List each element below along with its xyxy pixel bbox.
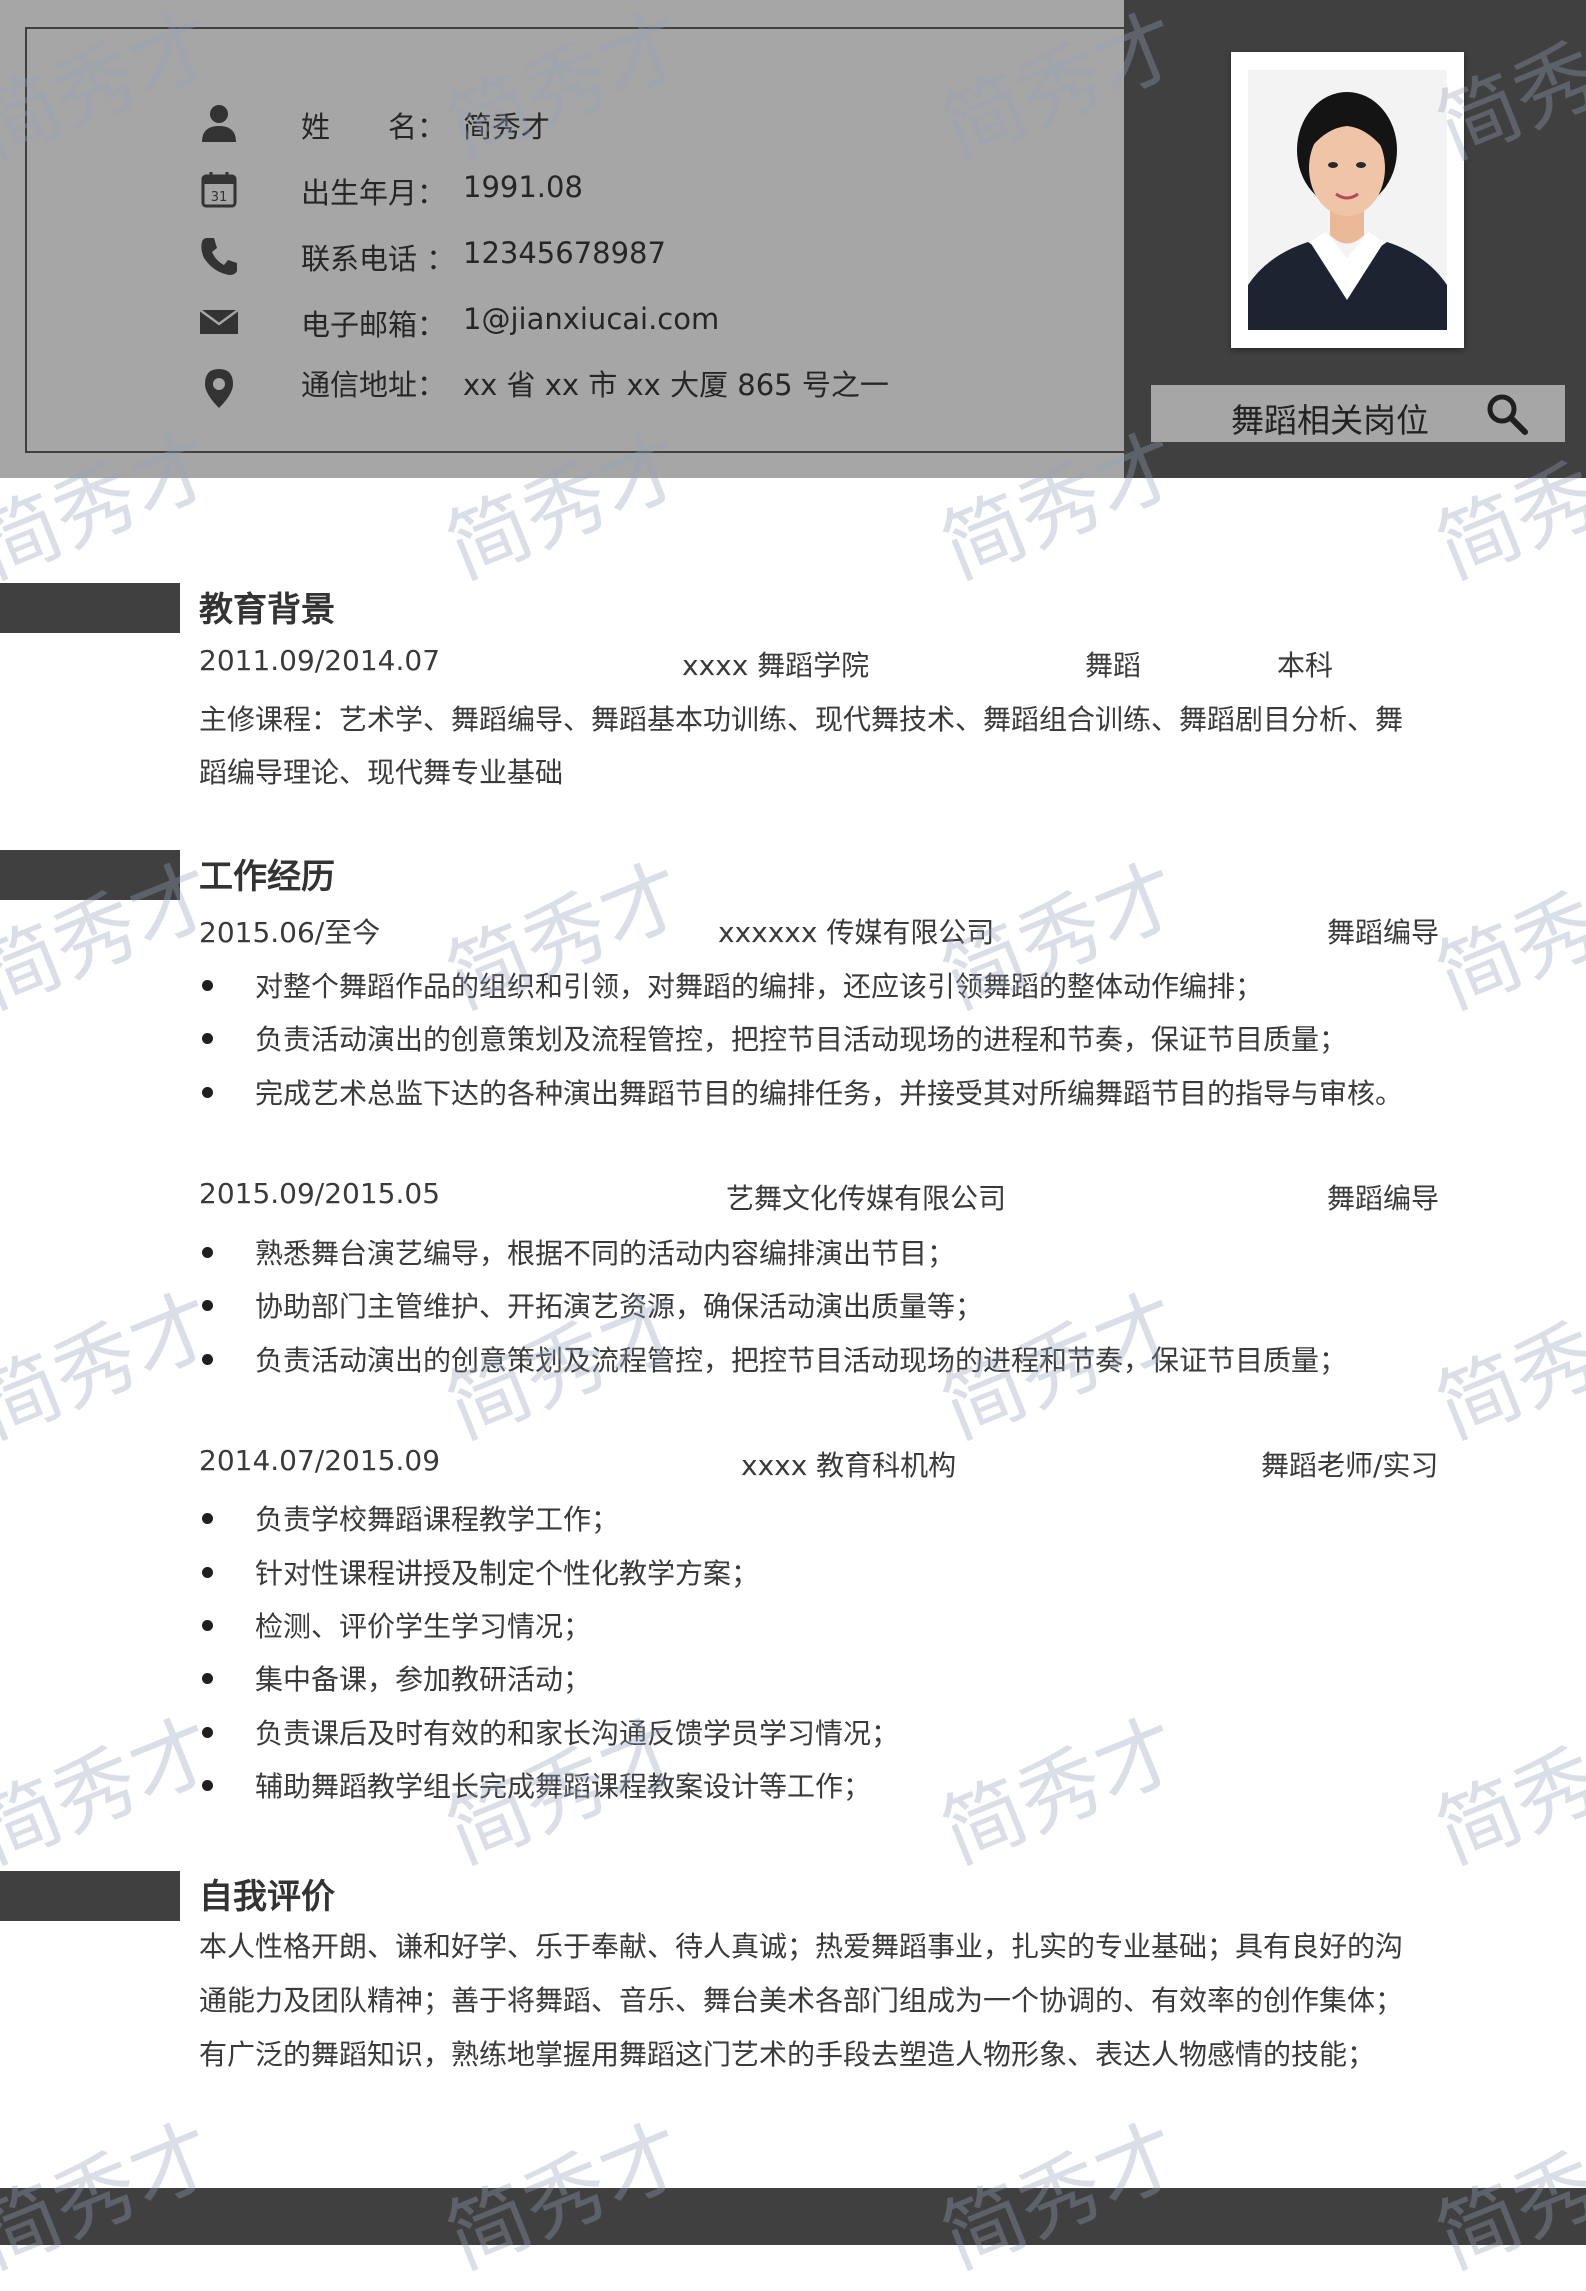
watermark: 简秀才 xyxy=(0,1276,228,1458)
self-eval-line: 有广泛的舞蹈知识，熟练地掌握用舞蹈这门艺术的手段去塑造人物形象、表达人物感情的技… xyxy=(199,2038,1376,2071)
edu-period: 2011.09/2014.07 xyxy=(199,644,441,677)
bullet-dot xyxy=(202,1620,213,1631)
duty-text: 检测、评价学生学习情况； xyxy=(255,1610,592,1643)
profile-photo xyxy=(1248,70,1447,330)
bullet-dot xyxy=(202,1727,213,1738)
education-section-bar xyxy=(0,583,180,633)
info-value: 1991.08 xyxy=(463,170,583,204)
self-eval-line: 本人性格开朗、谦和好学、乐于奉献、待人真诚；热爱舞蹈事业，扎实的专业基础；具有良… xyxy=(199,1930,1404,1963)
job-company: xxxx 教育科机构 xyxy=(741,1449,957,1482)
duty-text: 负责活动演出的创意策划及流程管控，把控节目活动现场的进程和节奏，保证节目质量； xyxy=(255,1023,1348,1056)
watermark: 简秀才 xyxy=(1424,846,1586,1028)
job-position: 舞蹈编导 xyxy=(1327,916,1440,949)
bullet-dot xyxy=(202,1247,213,1258)
education-title: 教育背景 xyxy=(199,590,335,630)
bullet-dot xyxy=(202,1300,213,1311)
duty-text: 负责课后及时有效的和家长沟通反馈学员学习情况； xyxy=(255,1717,900,1750)
info-value: 12345678987 xyxy=(463,236,666,270)
job-company: xxxxxx 传媒有限公司 xyxy=(718,916,995,949)
footer-bar xyxy=(0,2188,1586,2245)
job-period: 2015.06/至今 xyxy=(199,916,381,949)
calendar-icon: 31 xyxy=(197,168,241,212)
search-icon[interactable] xyxy=(1486,393,1528,435)
bullet-dot xyxy=(202,1087,213,1098)
watermark: 简秀才 xyxy=(0,1701,228,1883)
job-position: 舞蹈编导 xyxy=(1327,1182,1440,1215)
info-label: 联系电话 ： xyxy=(301,242,456,276)
phone-icon xyxy=(197,234,241,278)
info-label: 姓 名： xyxy=(301,110,447,144)
bullet-dot xyxy=(202,1780,213,1791)
duty-text: 熟悉舞台演艺编导，根据不同的活动内容编排演出节目； xyxy=(255,1237,956,1270)
person-icon xyxy=(197,102,241,146)
work-section-bar xyxy=(0,850,180,900)
edu-courses-line: 蹈编导理论、现代舞专业基础 xyxy=(199,756,564,789)
job-target-bar[interactable]: 舞蹈相关岗位 xyxy=(1151,385,1565,442)
info-label: 出生年月： xyxy=(301,176,447,210)
self-eval-title: 自我评价 xyxy=(199,1877,335,1917)
edu-major: 舞蹈 xyxy=(1085,649,1142,682)
watermark: 简秀才 xyxy=(929,1701,1193,1883)
duty-text: 辅助舞蹈教学组长完成舞蹈课程教案设计等工作； xyxy=(255,1770,872,1803)
edu-school: xxxx 舞蹈学院 xyxy=(682,649,870,682)
info-value: 简秀才 xyxy=(463,110,551,144)
self-eval-section-bar xyxy=(0,1871,180,1921)
work-title: 工作经历 xyxy=(199,857,335,897)
watermark: 简秀才 xyxy=(1424,1276,1586,1458)
edu-courses-line: 主修课程：艺术学、舞蹈编导、舞蹈基本功训练、现代舞技术、舞蹈组合训练、舞蹈剧目分… xyxy=(199,703,1404,736)
bullet-dot xyxy=(202,1673,213,1684)
svg-text:31: 31 xyxy=(211,190,228,205)
duty-text: 集中备课，参加教研活动； xyxy=(255,1663,592,1696)
duty-text: 负责活动演出的创意策划及流程管控，把控节目活动现场的进程和节奏，保证节目质量； xyxy=(255,1344,1348,1377)
info-label: 电子邮箱： xyxy=(301,308,447,342)
bullet-dot xyxy=(202,1567,213,1578)
info-value: 1@jianxiucai.com xyxy=(463,302,720,336)
duty-text: 对整个舞蹈作品的组织和引领，对舞蹈的编排，还应该引领舞蹈的整体动作编排； xyxy=(255,970,1264,1003)
bullet-dot xyxy=(202,1033,213,1044)
duty-text: 协助部门主管维护、开拓演艺资源，确保活动演出质量等； xyxy=(255,1290,984,1323)
profile-photo-frame xyxy=(1231,52,1464,348)
job-period: 2014.07/2015.09 xyxy=(199,1444,441,1477)
info-value: xx 省 xx 市 xx 大厦 865 号之一 xyxy=(463,368,889,402)
job-period: 2015.09/2015.05 xyxy=(199,1177,441,1210)
duty-text: 负责学校舞蹈课程教学工作； xyxy=(255,1503,620,1536)
job-company: 艺舞文化传媒有限公司 xyxy=(726,1182,1007,1215)
edu-degree: 本科 xyxy=(1277,649,1334,682)
watermark: 简秀才 xyxy=(1424,1701,1586,1883)
duty-text: 完成艺术总监下达的各种演出舞蹈节目的编排任务，并接受其对所编舞蹈节目的指导与审核… xyxy=(255,1077,1404,1110)
bullet-dot xyxy=(202,980,213,991)
self-eval-line: 通能力及团队精神；善于将舞蹈、音乐、舞台美术各部门组成为一个协调的、有效率的创作… xyxy=(199,1984,1404,2017)
job-target-text: 舞蹈相关岗位 xyxy=(1231,401,1429,440)
mail-icon xyxy=(197,300,241,344)
location-icon xyxy=(197,366,241,410)
job-position: 舞蹈老师/实习 xyxy=(1261,1449,1439,1482)
bullet-dot xyxy=(202,1513,213,1524)
duty-text: 针对性课程讲授及制定个性化教学方案； xyxy=(255,1557,760,1590)
info-label: 通信地址： xyxy=(301,368,447,402)
bullet-dot xyxy=(202,1354,213,1365)
